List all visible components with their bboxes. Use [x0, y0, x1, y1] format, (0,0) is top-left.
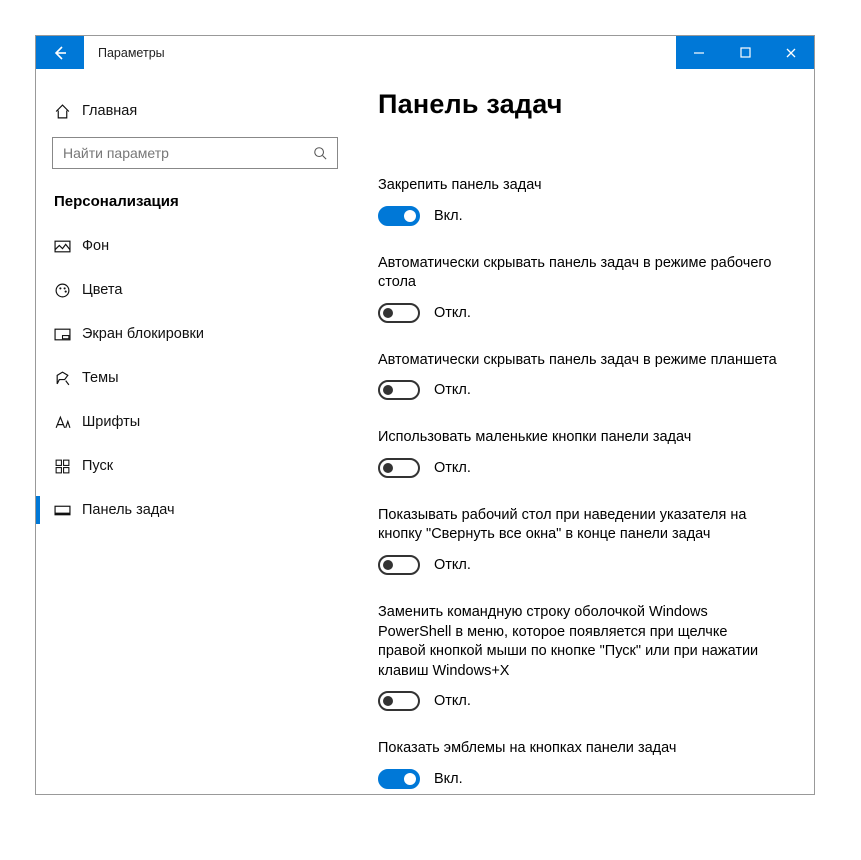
window-title: Параметры: [84, 36, 676, 69]
toggle-knob: [383, 696, 393, 706]
sidebar-home[interactable]: Главная: [36, 89, 354, 133]
setting-2: Автоматически скрывать панель задач в ре…: [378, 351, 790, 401]
toggle-state-text: Откл.: [434, 557, 471, 573]
toggle-switch[interactable]: [378, 769, 420, 789]
themes-icon: [54, 370, 82, 387]
sidebar-item-label: Экран блокировки: [82, 326, 204, 342]
close-icon: [785, 47, 797, 59]
setting-1: Автоматически скрывать панель задач в ре…: [378, 254, 790, 323]
toggle-row: Откл.: [378, 691, 790, 711]
palette-icon: [54, 282, 82, 299]
search-wrap: [36, 137, 354, 169]
titlebar: Параметры: [36, 36, 814, 69]
sidebar-item-lockscreen[interactable]: Экран блокировки: [36, 312, 354, 356]
sidebar-item-label: Темы: [82, 370, 119, 386]
setting-label: Заменить командную строку оболочкой Wind…: [378, 603, 778, 681]
fonts-icon: [54, 414, 82, 431]
sidebar-item-label: Шрифты: [82, 414, 140, 430]
toggle-row: Откл.: [378, 555, 790, 575]
toggle-switch[interactable]: [378, 691, 420, 711]
maximize-icon: [740, 47, 751, 58]
start-icon: [54, 458, 82, 475]
toggle-state-text: Вкл.: [434, 208, 463, 224]
toggle-state-text: Откл.: [434, 693, 471, 709]
sidebar-item-fonts[interactable]: Шрифты: [36, 400, 354, 444]
toggle-switch[interactable]: [378, 555, 420, 575]
maximize-button[interactable]: [722, 36, 768, 69]
content-area[interactable]: Панель задач Закрепить панель задач Вкл. А…: [354, 69, 814, 794]
settings-window: Параметры Главная: [35, 35, 815, 795]
toggle-state-text: Откл.: [434, 305, 471, 321]
setting-label: Показать эмблемы на кнопках панели задач: [378, 739, 778, 759]
toggle-switch[interactable]: [378, 380, 420, 400]
arrow-left-icon: [52, 45, 68, 61]
setting-4: Показывать рабочий стол при наведении ук…: [378, 506, 790, 575]
sidebar-item-themes[interactable]: Темы: [36, 356, 354, 400]
sidebar-item-label: Фон: [82, 238, 109, 254]
sidebar: Главная Персонализация Фон: [36, 69, 354, 794]
sidebar-item-label: Цвета: [82, 282, 122, 298]
setting-label: Закрепить панель задач: [378, 176, 778, 196]
close-button[interactable]: [768, 36, 814, 69]
search-box[interactable]: [52, 137, 338, 169]
setting-label: Автоматически скрывать панель задач в ре…: [378, 351, 778, 371]
lockscreen-icon: [54, 326, 82, 343]
minimize-button[interactable]: [676, 36, 722, 69]
sidebar-item-label: Пуск: [82, 458, 113, 474]
toggle-row: Вкл.: [378, 206, 790, 226]
taskbar-icon: [54, 502, 82, 519]
toggle-knob: [404, 210, 416, 222]
setting-5: Заменить командную строку оболочкой Wind…: [378, 603, 790, 711]
home-icon: [54, 103, 82, 120]
page-title: Панель задач: [378, 89, 790, 120]
setting-label: Использовать маленькие кнопки панели зад…: [378, 428, 778, 448]
toggle-row: Откл.: [378, 303, 790, 323]
setting-6: Показать эмблемы на кнопках панели задач…: [378, 739, 790, 789]
picture-icon: [54, 238, 82, 255]
toggle-knob: [383, 560, 393, 570]
toggle-row: Откл.: [378, 458, 790, 478]
setting-3: Использовать маленькие кнопки панели зад…: [378, 428, 790, 478]
toggle-switch[interactable]: [378, 458, 420, 478]
sidebar-item-label: Панель задач: [82, 502, 175, 518]
caption-buttons: [676, 36, 814, 69]
sidebar-item-taskbar[interactable]: Панель задач: [36, 488, 354, 532]
back-button[interactable]: [36, 36, 84, 69]
setting-label: Автоматически скрывать панель задач в ре…: [378, 254, 778, 293]
toggle-state-text: Откл.: [434, 382, 471, 398]
setting-0: Закрепить панель задач Вкл.: [378, 176, 790, 226]
sidebar-item-background[interactable]: Фон: [36, 224, 354, 268]
toggle-knob: [383, 308, 393, 318]
toggle-knob: [383, 385, 393, 395]
window-body: Главная Персонализация Фон: [36, 69, 814, 794]
toggle-state-text: Откл.: [434, 460, 471, 476]
toggle-knob: [404, 773, 416, 785]
toggle-switch[interactable]: [378, 303, 420, 323]
sidebar-category: Персонализация: [36, 183, 354, 224]
toggle-knob: [383, 463, 393, 473]
search-input[interactable]: [63, 145, 303, 161]
minimize-icon: [693, 47, 705, 59]
sidebar-item-colors[interactable]: Цвета: [36, 268, 354, 312]
sidebar-item-start[interactable]: Пуск: [36, 444, 354, 488]
toggle-row: Вкл.: [378, 769, 790, 789]
sidebar-home-label: Главная: [82, 103, 137, 119]
search-icon: [313, 146, 327, 160]
toggle-switch[interactable]: [378, 206, 420, 226]
toggle-row: Откл.: [378, 380, 790, 400]
toggle-state-text: Вкл.: [434, 771, 463, 787]
setting-label: Показывать рабочий стол при наведении ук…: [378, 506, 778, 545]
